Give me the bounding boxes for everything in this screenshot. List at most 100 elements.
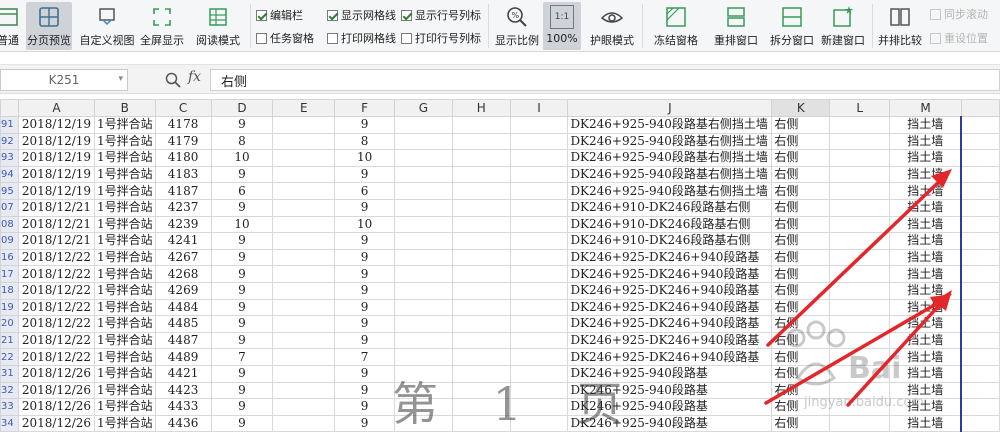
cell-station[interactable]: 1号拌合站 bbox=[93, 116, 156, 134]
cell-side[interactable]: 右侧 bbox=[771, 132, 831, 151]
cell-volume[interactable]: 9 bbox=[210, 381, 274, 400]
cell-empty[interactable] bbox=[960, 198, 1000, 217]
column-header-h[interactable]: H bbox=[451, 99, 511, 117]
cell-empty[interactable] bbox=[394, 248, 453, 267]
cell-station[interactable]: 1号拌合站 bbox=[93, 232, 156, 250]
cell-empty[interactable] bbox=[829, 116, 891, 134]
cell-empty[interactable] bbox=[272, 381, 336, 400]
cell-empty[interactable] bbox=[451, 215, 511, 234]
gridlines-checkbox[interactable]: 显示网格线 bbox=[327, 7, 396, 23]
cell-empty[interactable] bbox=[451, 182, 511, 200]
cell-volume[interactable]: 9 bbox=[210, 248, 274, 267]
row-header[interactable]: 31 bbox=[0, 364, 19, 383]
cell-empty[interactable] bbox=[272, 248, 336, 267]
column-header-a[interactable]: A bbox=[17, 99, 95, 117]
cell-volume-f[interactable]: 9 bbox=[334, 265, 396, 283]
cell-empty[interactable] bbox=[451, 265, 511, 283]
cell-empty[interactable] bbox=[960, 165, 1000, 184]
cell-number[interactable]: 4485 bbox=[154, 315, 212, 333]
cell-volume-f[interactable]: 9 bbox=[334, 232, 396, 250]
cell-empty[interactable] bbox=[451, 315, 511, 333]
cell-location[interactable]: DK246+925-DK246+940段路基 bbox=[567, 281, 773, 300]
cell-number[interactable]: 4178 bbox=[154, 116, 212, 134]
cell-side[interactable]: 右侧 bbox=[771, 149, 831, 167]
cell-station[interactable]: 1号拌合站 bbox=[93, 281, 156, 300]
cell-empty[interactable] bbox=[451, 165, 511, 184]
cell-volume[interactable]: 9 bbox=[210, 414, 274, 433]
formula-bar-checkbox[interactable]: 编辑栏 bbox=[256, 7, 303, 23]
cell-empty[interactable] bbox=[394, 331, 453, 350]
cell-volume[interactable]: 9 bbox=[210, 116, 274, 134]
cell-empty[interactable] bbox=[509, 298, 569, 317]
cell-empty[interactable] bbox=[272, 331, 336, 350]
column-header-d[interactable]: D bbox=[210, 99, 274, 117]
cell-structure[interactable]: 挡土墙 bbox=[889, 281, 963, 300]
cell-empty[interactable] bbox=[509, 348, 569, 366]
cell-location[interactable]: DK246+925-940段路基右侧挡土墙 bbox=[567, 182, 773, 200]
cell-date[interactable]: 2018/12/26 bbox=[17, 381, 95, 400]
cell-volume-f[interactable]: 9 bbox=[334, 398, 396, 416]
cell-date[interactable]: 2018/12/19 bbox=[17, 132, 95, 151]
cell-empty[interactable] bbox=[960, 248, 1000, 267]
freeze-panes-button[interactable]: 冻结窗格 bbox=[647, 2, 705, 50]
cell-empty[interactable] bbox=[960, 116, 1000, 134]
cell-number[interactable]: 4421 bbox=[154, 364, 212, 383]
cell-empty[interactable] bbox=[272, 414, 336, 433]
cell-number[interactable]: 4187 bbox=[154, 182, 212, 200]
cell-number[interactable]: 4179 bbox=[154, 132, 212, 151]
cell-empty[interactable] bbox=[509, 215, 569, 234]
cell-number[interactable]: 4489 bbox=[154, 348, 212, 366]
cell-empty[interactable] bbox=[960, 331, 1000, 350]
cell-location[interactable]: DK246+925-DK246+940段路基 bbox=[567, 248, 773, 267]
cell-empty[interactable] bbox=[509, 132, 569, 151]
cell-empty[interactable] bbox=[394, 198, 453, 217]
row-header[interactable]: 09 bbox=[0, 232, 19, 250]
cell-side[interactable]: 右侧 bbox=[771, 165, 831, 184]
cell-empty[interactable] bbox=[960, 398, 1000, 416]
cell-location[interactable]: DK246+925-DK246+940段路基 bbox=[567, 298, 773, 317]
cell-side[interactable]: 右侧 bbox=[771, 116, 831, 134]
cell-location[interactable]: DK246+925-DK246+940段路基 bbox=[567, 315, 773, 333]
row-header[interactable]: 92 bbox=[0, 132, 19, 151]
cell-empty[interactable] bbox=[829, 182, 891, 200]
cell-empty[interactable] bbox=[509, 265, 569, 283]
row-header[interactable]: 16 bbox=[0, 248, 19, 267]
eye-protection-button[interactable]: 护眼模式 bbox=[588, 2, 636, 50]
cell-station[interactable]: 1号拌合站 bbox=[93, 132, 156, 151]
cell-date[interactable]: 2018/12/19 bbox=[17, 116, 95, 134]
cell-empty[interactable] bbox=[829, 298, 891, 317]
cell-number[interactable]: 4268 bbox=[154, 265, 212, 283]
cell-empty[interactable] bbox=[451, 232, 511, 250]
cell-date[interactable]: 2018/12/21 bbox=[17, 215, 95, 234]
cell-volume[interactable]: 10 bbox=[210, 149, 274, 167]
cell-empty[interactable] bbox=[272, 265, 336, 283]
row-header[interactable]: 21 bbox=[0, 331, 19, 350]
cell-number[interactable]: 4433 bbox=[154, 398, 212, 416]
cell-structure[interactable]: 挡土墙 bbox=[889, 182, 963, 200]
cell-station[interactable]: 1号拌合站 bbox=[93, 149, 156, 167]
cell-number[interactable]: 4487 bbox=[154, 331, 212, 350]
task-pane-checkbox[interactable]: 任务窗格 bbox=[256, 30, 314, 46]
chevron-down-icon[interactable]: ▾ bbox=[118, 74, 123, 84]
cell-empty[interactable] bbox=[829, 215, 891, 234]
cell-location[interactable]: DK246+925-940段路基右侧挡土墙 bbox=[567, 132, 773, 151]
column-header-j[interactable]: J bbox=[567, 99, 773, 117]
cell-volume-f[interactable]: 9 bbox=[334, 198, 396, 217]
cell-station[interactable]: 1号拌合站 bbox=[93, 265, 156, 283]
cell-station[interactable]: 1号拌合站 bbox=[93, 215, 156, 234]
cell-volume-f[interactable]: 9 bbox=[334, 165, 396, 184]
cell-empty[interactable] bbox=[829, 281, 891, 300]
cell-date[interactable]: 2018/12/22 bbox=[17, 248, 95, 267]
cell-structure[interactable]: 挡土墙 bbox=[889, 248, 963, 267]
cell-number[interactable]: 4180 bbox=[154, 149, 212, 167]
cell-side[interactable]: 右侧 bbox=[771, 215, 831, 234]
cell-empty[interactable] bbox=[394, 348, 453, 366]
cell-side[interactable]: 右侧 bbox=[771, 248, 831, 267]
cell-structure[interactable]: 挡土墙 bbox=[889, 149, 963, 167]
cell-empty[interactable] bbox=[960, 381, 1000, 400]
row-header[interactable]: 17 bbox=[0, 265, 19, 283]
cell-station[interactable]: 1号拌合站 bbox=[93, 298, 156, 317]
cell-empty[interactable] bbox=[272, 348, 336, 366]
cell-empty[interactable] bbox=[451, 331, 511, 350]
cell-number[interactable]: 4484 bbox=[154, 298, 212, 317]
